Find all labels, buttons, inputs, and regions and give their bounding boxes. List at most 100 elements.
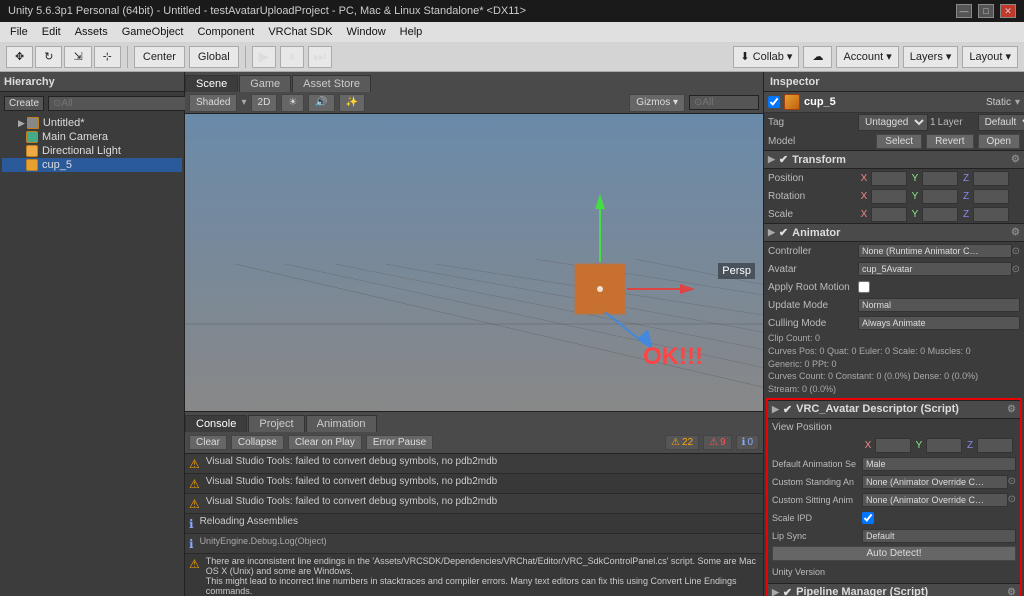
scale-x-input[interactable]: 1 xyxy=(871,207,907,222)
global-btn[interactable]: Global xyxy=(189,46,239,68)
menu-file[interactable]: File xyxy=(4,24,34,40)
console-line[interactable]: ℹ Reloading Assemblies xyxy=(185,514,763,534)
controller-pick-icon[interactable]: ⊙ xyxy=(1012,246,1020,257)
transform-rotate-btn[interactable]: ↻ xyxy=(35,46,62,68)
culling-mode-label: Culling Mode xyxy=(768,318,858,329)
sitting-pick-icon[interactable]: ⊙ xyxy=(1008,494,1016,505)
menu-vrchat-sdk[interactable]: VRChat SDK xyxy=(262,24,338,40)
scene-search-input[interactable] xyxy=(689,95,759,110)
animator-section-header[interactable]: ▶ ✔ Animator ⚙ xyxy=(764,223,1024,242)
hierarchy-item-untitled[interactable]: ▶ Untitled* xyxy=(2,116,182,130)
scale-z-input[interactable]: 1 xyxy=(973,207,1009,222)
close-button[interactable]: ✕ xyxy=(1000,4,1016,18)
hierarchy-item-camera[interactable]: Main Camera xyxy=(2,130,182,144)
layers-button[interactable]: Layers ▾ xyxy=(903,46,959,68)
menu-gameobject[interactable]: GameObject xyxy=(116,24,190,40)
console-line[interactable]: ⚠ There are inconsistent line endings in… xyxy=(185,554,763,596)
view-y-input[interactable]: 1.6 xyxy=(926,438,962,453)
clear-on-play-btn[interactable]: Clear on Play xyxy=(288,435,362,450)
minimize-button[interactable]: — xyxy=(956,4,972,18)
menu-assets[interactable]: Assets xyxy=(69,24,114,40)
menu-help[interactable]: Help xyxy=(394,24,429,40)
avatar-pick-icon[interactable]: ⊙ xyxy=(1012,264,1020,275)
rot-y-input[interactable]: 0 xyxy=(922,189,958,204)
scale-ipd-checkbox[interactable] xyxy=(862,512,874,524)
info-badge[interactable]: ℹ 0 xyxy=(736,435,759,450)
play-button[interactable]: ▶ xyxy=(252,46,276,68)
console-line[interactable]: ⚠ Visual Studio Tools: failed to convert… xyxy=(185,494,763,514)
shading-btn[interactable]: Shaded xyxy=(189,94,237,112)
clear-btn[interactable]: Clear xyxy=(189,435,227,450)
window-controls[interactable]: — □ ✕ xyxy=(956,4,1016,18)
revert-btn[interactable]: Revert xyxy=(926,134,973,149)
rot-x-input[interactable]: 0 xyxy=(871,189,907,204)
animator-settings-icon[interactable]: ⚙ xyxy=(1011,227,1020,238)
tab-asset-store[interactable]: Asset Store xyxy=(292,75,371,92)
clip-count-text: Clip Count: 0 xyxy=(768,333,820,344)
console-line[interactable]: ℹ UnityEngine.Debug.Log(Object) xyxy=(185,534,763,554)
cloud-button[interactable]: ☁ xyxy=(803,46,832,68)
scale-y-input[interactable]: 1 xyxy=(922,207,958,222)
pipeline-section-header[interactable]: ▶ ✔ Pipeline Manager (Script) ⚙ xyxy=(768,583,1020,596)
layout-button[interactable]: Layout ▾ xyxy=(962,46,1018,68)
pos-z-input[interactable]: 0 xyxy=(973,171,1009,186)
scene-viewport[interactable]: X Y Z Persp OK!!! xyxy=(185,114,763,411)
layer-select[interactable]: Default xyxy=(978,114,1024,131)
hierarchy-search-input[interactable] xyxy=(48,96,190,111)
transform-section-header[interactable]: ▶ ✔ Transform ⚙ xyxy=(764,150,1024,169)
console-content[interactable]: ⚠ Visual Studio Tools: failed to convert… xyxy=(185,454,763,596)
audio-btn[interactable]: 🔊 xyxy=(308,94,334,112)
streams-row: Stream: 0 (0.0%) xyxy=(764,383,1024,396)
tab-project[interactable]: Project xyxy=(248,415,304,432)
layer-label: Layer xyxy=(938,117,978,128)
transform-scale-btn[interactable]: ⇲ xyxy=(64,46,91,68)
hierarchy-create-btn[interactable]: Create xyxy=(4,96,44,111)
step-button[interactable]: ⏭ xyxy=(308,46,332,68)
tab-scene[interactable]: Scene xyxy=(185,75,238,92)
gizmos-btn[interactable]: Gizmos ▾ xyxy=(629,94,685,112)
hierarchy-item-light[interactable]: Directional Light xyxy=(2,144,182,158)
vrc-settings-icon[interactable]: ⚙ xyxy=(1007,404,1016,415)
view-x-input[interactable]: 0 xyxy=(875,438,911,453)
auto-detect-btn[interactable]: Auto Detect! xyxy=(772,546,1016,561)
pos-x-input[interactable]: 0 xyxy=(871,171,907,186)
vrc-avatar-header[interactable]: ▶ ✔ VRC_Avatar Descriptor (Script) ⚙ xyxy=(768,400,1020,419)
open-btn[interactable]: Open xyxy=(978,134,1020,149)
transform-settings-icon[interactable]: ⚙ xyxy=(1011,154,1020,165)
warn-badge[interactable]: ⚠ 22 xyxy=(665,435,699,450)
hierarchy-item-cup5[interactable]: cup_5 xyxy=(2,158,182,172)
view-y-field: Y 1.6 xyxy=(913,438,962,453)
menu-edit[interactable]: Edit xyxy=(36,24,67,40)
apply-root-checkbox[interactable] xyxy=(858,281,870,293)
error-badge[interactable]: ⚠ 9 xyxy=(703,435,732,450)
account-button[interactable]: Account ▾ xyxy=(836,46,898,68)
tab-game[interactable]: Game xyxy=(239,75,291,92)
fx-btn[interactable]: ✨ xyxy=(339,94,365,112)
select-btn[interactable]: Select xyxy=(876,134,922,149)
pos-y-input[interactable]: 0 xyxy=(922,171,958,186)
standing-pick-icon[interactable]: ⊙ xyxy=(1008,476,1016,487)
maximize-button[interactable]: □ xyxy=(978,4,994,18)
static-dropdown-icon[interactable]: ▾ xyxy=(1015,97,1020,108)
console-text: Visual Studio Tools: failed to convert d… xyxy=(206,456,497,467)
2d-btn[interactable]: 2D xyxy=(251,94,278,112)
menu-component[interactable]: Component xyxy=(191,24,260,40)
object-active-checkbox[interactable] xyxy=(768,96,780,108)
transform-move-btn[interactable]: ✥ xyxy=(6,46,33,68)
collab-button[interactable]: ⬇ Collab ▾ xyxy=(733,46,799,68)
tab-animation[interactable]: Animation xyxy=(306,415,377,432)
view-z-input[interactable]: 0.2 xyxy=(977,438,1013,453)
rot-z-input[interactable]: 0 xyxy=(973,189,1009,204)
pivot-btn[interactable]: Center xyxy=(134,46,185,68)
transform-rect-btn[interactable]: ⊹ xyxy=(94,46,121,68)
collapse-btn[interactable]: Collapse xyxy=(231,435,284,450)
menu-window[interactable]: Window xyxy=(341,24,392,40)
pause-button[interactable]: ⏸ xyxy=(280,46,304,68)
pipeline-settings-icon[interactable]: ⚙ xyxy=(1007,587,1016,596)
tag-select[interactable]: Untagged xyxy=(858,114,928,131)
tab-console[interactable]: Console xyxy=(185,415,247,432)
console-line[interactable]: ⚠ Visual Studio Tools: failed to convert… xyxy=(185,474,763,494)
console-line[interactable]: ⚠ Visual Studio Tools: failed to convert… xyxy=(185,454,763,474)
error-pause-btn[interactable]: Error Pause xyxy=(366,435,433,450)
lighting-btn[interactable]: ☀ xyxy=(281,94,304,112)
